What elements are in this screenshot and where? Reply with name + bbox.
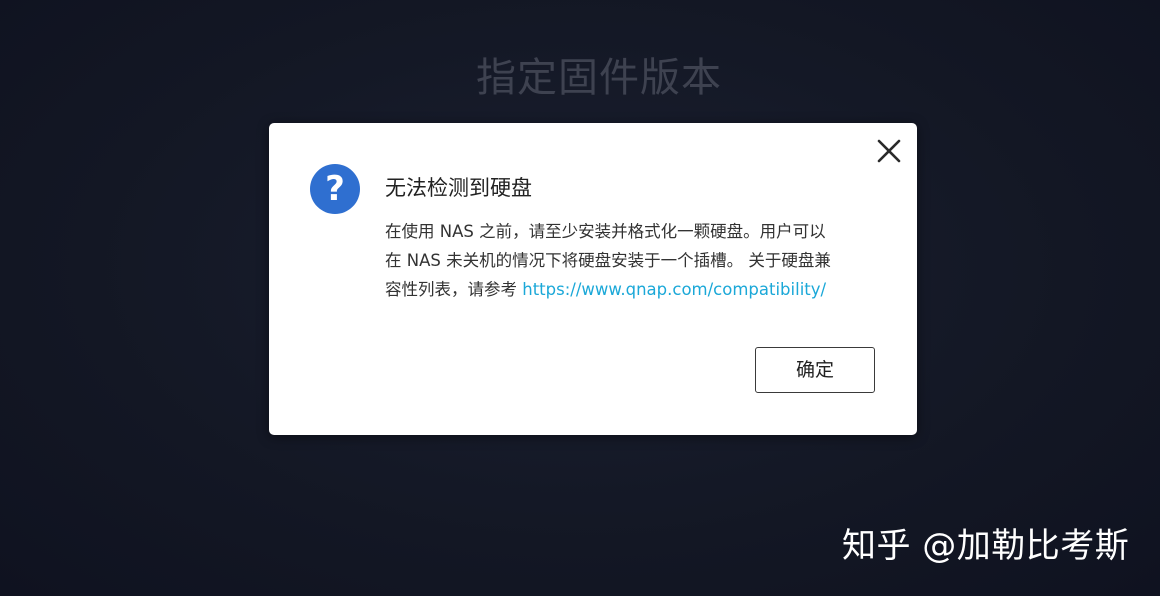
- dialog-message-line-2: 在 NAS 未关机的情况下将硬盘安装于一个插槽。 关于硬盘兼: [385, 251, 831, 270]
- dialog-message: 在使用 NAS 之前，请至少安装并格式化一颗硬盘。用户可以 在 NAS 未关机的…: [385, 217, 883, 304]
- ok-button[interactable]: 确定: [755, 347, 875, 393]
- dialog-message-line-3: 容性列表，请参考 https://www.qnap.com/compatibil…: [385, 275, 883, 304]
- no-disk-dialog: ? 无法检测到硬盘 在使用 NAS 之前，请至少安装并格式化一颗硬盘。用户可以 …: [269, 123, 917, 435]
- dialog-title: 无法检测到硬盘: [385, 176, 532, 200]
- watermark: 知乎 @加勒比考斯: [842, 526, 1130, 566]
- close-icon: [877, 139, 901, 163]
- question-icon: ?: [310, 164, 360, 214]
- dialog-message-line-1: 在使用 NAS 之前，请至少安装并格式化一颗硬盘。用户可以: [385, 222, 826, 241]
- compatibility-link[interactable]: https://www.qnap.com/compatibility/: [522, 280, 826, 299]
- background-page-title: 指定固件版本: [476, 55, 722, 101]
- dialog-message-line-3-text: 容性列表，请参考: [385, 280, 523, 299]
- close-button[interactable]: [875, 137, 903, 165]
